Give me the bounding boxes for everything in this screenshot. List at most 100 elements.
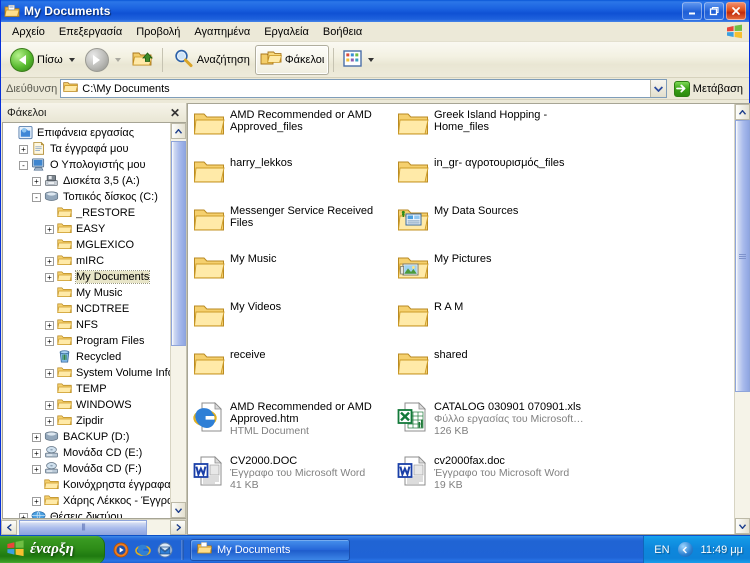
outlook-express-icon[interactable] bbox=[157, 542, 173, 558]
tree-vertical-scrollbar[interactable] bbox=[170, 123, 186, 518]
menu-item-view[interactable]: Προβολή bbox=[129, 24, 187, 40]
expand-icon[interactable]: + bbox=[32, 176, 41, 186]
go-button[interactable]: Μετάβαση bbox=[670, 80, 747, 97]
file-list-item[interactable]: CATALOG 030901 070901.xls Φύλλο εργασίας … bbox=[396, 400, 592, 437]
scroll-down-button[interactable] bbox=[171, 502, 186, 518]
address-dropdown-icon[interactable] bbox=[649, 80, 666, 97]
scroll-right-button[interactable] bbox=[170, 520, 186, 535]
expand-icon[interactable]: + bbox=[32, 432, 41, 442]
tree-item[interactable]: _RESTORE bbox=[3, 205, 170, 221]
internet-explorer-icon[interactable] bbox=[135, 542, 151, 558]
tree-item[interactable]: - Ο Υπολογιστής μου bbox=[3, 157, 170, 173]
file-list-item[interactable]: My Pictures bbox=[396, 252, 592, 283]
file-scroll-track[interactable] bbox=[735, 120, 750, 518]
expand-icon[interactable]: + bbox=[32, 464, 41, 474]
up-button[interactable] bbox=[126, 45, 158, 75]
tree-item[interactable]: + Δισκέτα 3,5 (A:) bbox=[3, 173, 170, 189]
tree-item[interactable]: My Music bbox=[3, 285, 170, 301]
file-list-item[interactable]: CV2000.DOC Έγγραφο του Microsoft Word 41 K… bbox=[192, 454, 388, 491]
menu-item-edit[interactable]: Επεξεργασία bbox=[52, 24, 129, 40]
expand-icon[interactable]: + bbox=[45, 256, 54, 266]
tree-hscroll-thumb[interactable]: |||| bbox=[19, 520, 147, 535]
tree-item[interactable]: + Τα έγγραφά μου bbox=[3, 141, 170, 157]
file-scroll-up-button[interactable] bbox=[735, 104, 750, 120]
tree-item[interactable]: + My Documents bbox=[3, 269, 170, 285]
menu-item-favorites[interactable]: Αγαπημένα bbox=[187, 24, 257, 40]
back-dropdown-icon[interactable] bbox=[68, 57, 75, 62]
language-indicator[interactable]: EN bbox=[654, 544, 669, 556]
file-list-item[interactable]: My Data Sources bbox=[396, 204, 592, 235]
tree-item[interactable]: + WINDOWS bbox=[3, 397, 170, 413]
tree-scroll-thumb[interactable] bbox=[171, 141, 186, 346]
expand-icon[interactable]: + bbox=[32, 496, 41, 506]
tree-item[interactable]: + EASY bbox=[3, 221, 170, 237]
tree-item[interactable]: TEMP bbox=[3, 381, 170, 397]
scroll-left-button[interactable] bbox=[1, 520, 17, 535]
tree-scroll-track[interactable] bbox=[171, 139, 186, 502]
tree-item[interactable]: + Program Files bbox=[3, 333, 170, 349]
file-list-item[interactable]: My Music bbox=[192, 252, 388, 283]
tray-chevron-icon[interactable] bbox=[677, 542, 693, 557]
file-list-item[interactable]: harry_lekkos bbox=[192, 156, 388, 187]
address-input[interactable]: C:\My Documents bbox=[60, 79, 667, 98]
scroll-up-button[interactable] bbox=[171, 123, 186, 139]
file-list-item[interactable]: in_gr- αγροτουρισμός_files bbox=[396, 156, 592, 187]
tree-item[interactable]: Επιφάνεια εργασίας bbox=[3, 125, 170, 141]
expand-icon[interactable]: + bbox=[19, 512, 28, 518]
tree-item[interactable]: Recycled bbox=[3, 349, 170, 365]
collapse-icon[interactable]: - bbox=[32, 192, 41, 202]
tree-item[interactable]: + Θέσεις δικτύου bbox=[3, 509, 170, 518]
expand-icon[interactable]: + bbox=[45, 272, 54, 282]
file-list-item[interactable]: AMD Recommended or AMD Approved.htm HTML … bbox=[192, 400, 388, 437]
file-list-item[interactable]: Greek Island Hopping - Home_files bbox=[396, 108, 592, 139]
expand-icon[interactable]: + bbox=[32, 448, 41, 458]
file-list-item[interactable]: Messenger Service Received Files bbox=[192, 204, 388, 235]
tree-item[interactable]: - Τοπικός δίσκος (C:) bbox=[3, 189, 170, 205]
forward-dropdown-icon[interactable] bbox=[114, 57, 121, 62]
file-list-item[interactable]: cv2000fax.doc Έγγραφο του Microsoft Word 1… bbox=[396, 454, 592, 491]
tree-item[interactable]: + Zipdir bbox=[3, 413, 170, 429]
expand-icon[interactable]: + bbox=[45, 400, 54, 410]
tree-horizontal-scrollbar[interactable]: |||| bbox=[1, 519, 186, 535]
minimize-button[interactable] bbox=[682, 2, 702, 20]
views-dropdown-icon[interactable] bbox=[368, 57, 375, 62]
maximize-button[interactable] bbox=[704, 2, 724, 20]
tree-item[interactable]: + System Volume Inform bbox=[3, 365, 170, 381]
file-list-vertical-scrollbar[interactable] bbox=[734, 104, 750, 534]
close-button[interactable] bbox=[726, 2, 746, 20]
start-button[interactable]: έναρξη bbox=[0, 535, 105, 563]
expand-icon[interactable]: + bbox=[45, 416, 54, 426]
tree-item[interactable]: MGLEXICO bbox=[3, 237, 170, 253]
tree-item[interactable]: NCDTREE bbox=[3, 301, 170, 317]
tree-item[interactable]: + Μονάδα CD (E:) bbox=[3, 445, 170, 461]
file-list-item[interactable]: receive bbox=[192, 348, 388, 379]
tree-item[interactable]: + NFS bbox=[3, 317, 170, 333]
expand-icon[interactable]: + bbox=[45, 336, 54, 346]
menu-item-tools[interactable]: Εργαλεία bbox=[257, 24, 316, 40]
file-list-item[interactable]: R A M bbox=[396, 300, 592, 331]
file-list-item[interactable]: AMD Recommended or AMD Approved_files bbox=[192, 108, 388, 139]
clock[interactable]: 11:49 μμ bbox=[701, 544, 743, 556]
menu-item-help[interactable]: Βοήθεια bbox=[316, 24, 369, 40]
close-icon[interactable]: ✕ bbox=[168, 106, 182, 120]
expand-icon[interactable]: + bbox=[45, 224, 54, 234]
folder-tree[interactable]: Επιφάνεια εργασίας + Τα έγγραφά μου - Ο Υπολ… bbox=[3, 123, 170, 518]
expand-icon[interactable]: + bbox=[45, 368, 54, 378]
file-scroll-down-button[interactable] bbox=[735, 518, 750, 534]
expand-icon[interactable]: + bbox=[45, 320, 54, 330]
menu-item-file[interactable]: Αρχείο bbox=[5, 24, 52, 40]
tree-item[interactable]: + BACKUP (D:) bbox=[3, 429, 170, 445]
search-button[interactable]: Αναζήτηση bbox=[167, 45, 255, 75]
tree-hscroll-track[interactable]: |||| bbox=[17, 520, 170, 535]
expand-icon[interactable]: + bbox=[19, 144, 28, 154]
taskbar-button-my-documents[interactable]: My Documents bbox=[190, 538, 350, 561]
file-list-item[interactable]: shared bbox=[396, 348, 592, 379]
file-scroll-thumb[interactable] bbox=[735, 120, 750, 392]
tree-item[interactable]: + Μονάδα CD (F:) bbox=[3, 461, 170, 477]
file-list-item[interactable]: My Videos bbox=[192, 300, 388, 331]
forward-button[interactable] bbox=[80, 45, 126, 75]
tree-item[interactable]: + Χάρης Λέκκος - Έγγραφα bbox=[3, 493, 170, 509]
folders-button[interactable]: Φάκελοι bbox=[254, 44, 330, 75]
file-list[interactable]: AMD Recommended or AMD Approved_files Gre… bbox=[188, 104, 734, 534]
media-player-icon[interactable] bbox=[113, 542, 129, 558]
